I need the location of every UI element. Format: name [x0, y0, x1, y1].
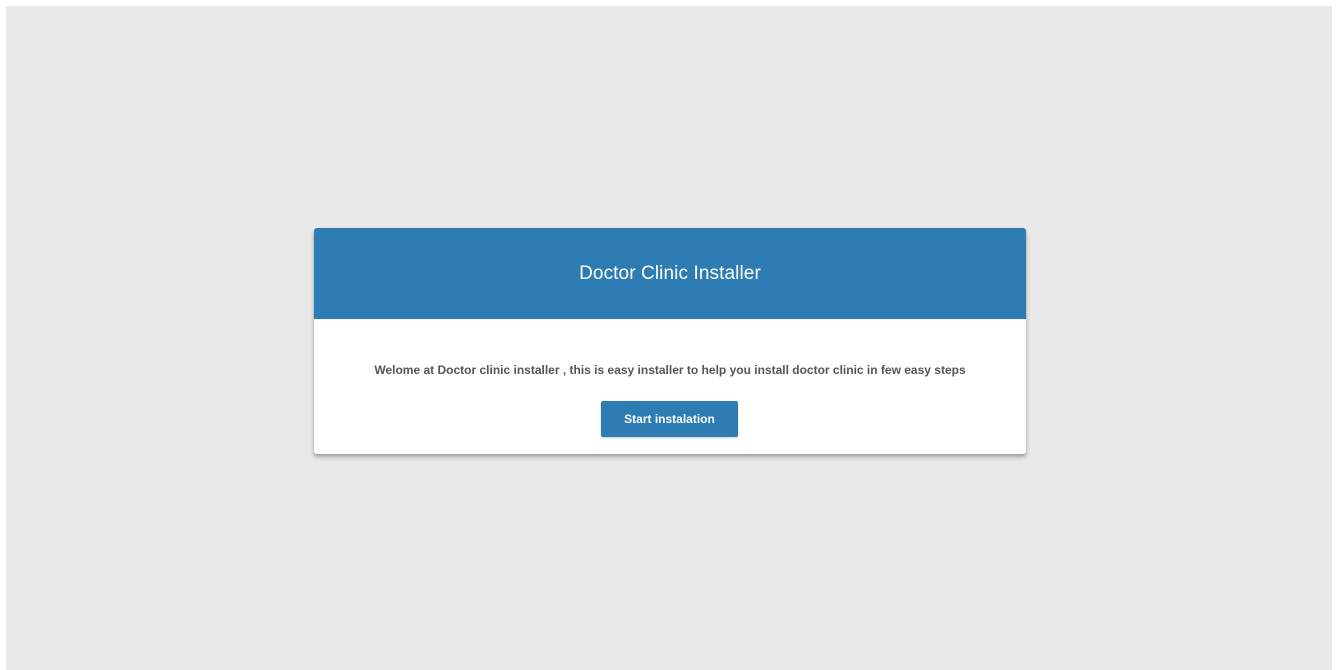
- page-background: Doctor Clinic Installer Welome at Doctor…: [6, 6, 1332, 670]
- installer-header: Doctor Clinic Installer: [314, 228, 1026, 319]
- installer-body: Welome at Doctor clinic installer , this…: [314, 319, 1026, 454]
- start-installation-button[interactable]: Start instalation: [601, 401, 738, 437]
- installer-card: Doctor Clinic Installer Welome at Doctor…: [314, 228, 1026, 454]
- installer-title: Doctor Clinic Installer: [579, 262, 761, 284]
- welcome-message: Welome at Doctor clinic installer , this…: [374, 363, 966, 377]
